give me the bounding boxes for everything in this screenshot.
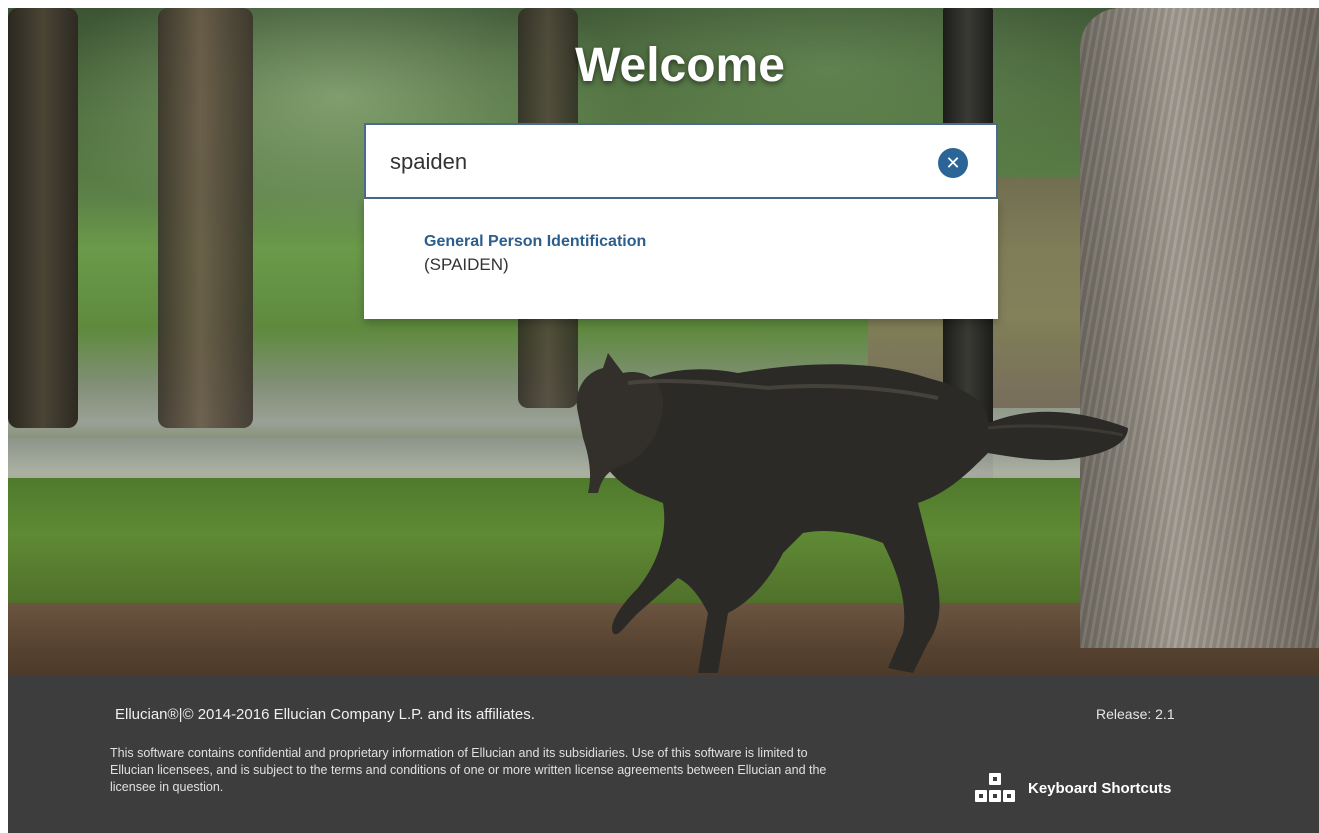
clear-circle-icon: ✕	[945, 152, 961, 173]
keyboard-shortcuts-button[interactable]: Keyboard Shortcuts	[974, 772, 1171, 804]
copyright-text: Ellucian®|© 2014-2016 Ellucian Company L…	[115, 706, 535, 723]
keyboard-keys-icon	[975, 773, 1015, 802]
search-results-dropdown: General Person Identification (SPAIDEN)	[364, 199, 998, 319]
list-item[interactable]: General Person Identification (SPAIDEN)	[424, 233, 964, 275]
page-title: Welcome	[575, 39, 785, 92]
footer: Ellucian®|© 2014-2016 Ellucian Company L…	[8, 676, 1319, 833]
release-version: Release: 2.1	[1096, 706, 1175, 722]
wolf-statue	[576, 353, 1128, 673]
search-box[interactable]: ✕	[364, 123, 998, 199]
result-code: (SPAIDEN)	[424, 255, 509, 274]
clear-search-button[interactable]: ✕	[938, 148, 968, 178]
disclaimer-text: This software contains confidential and …	[110, 746, 827, 794]
app-frame: Welcome ✕ General Person Identification …	[8, 8, 1319, 833]
keyboard-shortcuts-label: Keyboard Shortcuts	[1028, 779, 1172, 797]
hero-background	[8, 8, 1319, 676]
search-input[interactable]	[388, 143, 932, 181]
result-title: General Person Identification	[424, 233, 647, 250]
